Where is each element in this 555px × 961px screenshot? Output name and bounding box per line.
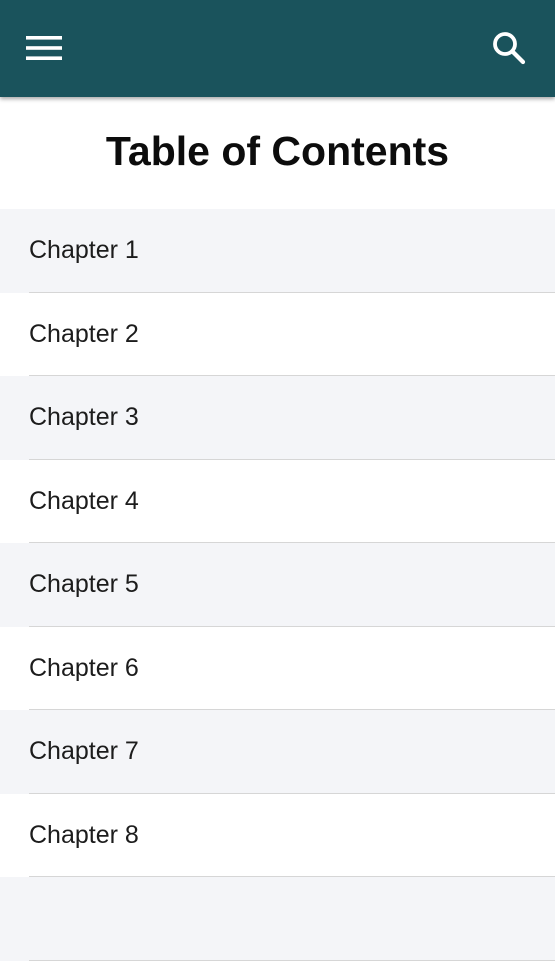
chapter-item-1[interactable]: Chapter 1 [0,209,555,293]
chapter-item-6[interactable]: Chapter 6 [0,626,555,710]
search-button[interactable] [484,22,534,74]
chapter-item-4[interactable]: Chapter 4 [0,459,555,543]
hamburger-menu-icon [26,36,62,60]
chapter-label: Chapter 2 [29,319,139,348]
chapter-label: Chapter 4 [29,486,139,515]
chapter-label: Chapter 3 [29,403,139,432]
chapter-item-5[interactable]: Chapter 5 [0,543,555,627]
app-bar [0,0,555,97]
chapter-list: Chapter 1 Chapter 2 Chapter 3 Chapter 4 … [0,209,555,961]
page-title: Table of Contents [105,128,450,174]
chapter-label: Chapter 6 [29,653,139,682]
search-icon [493,32,526,65]
chapter-item-9[interactable] [0,877,555,961]
chapter-item-3[interactable]: Chapter 3 [0,376,555,460]
chapter-label: Chapter 5 [29,570,139,599]
chapter-label: Chapter 8 [29,820,139,849]
chapter-item-2[interactable]: Chapter 2 [0,292,555,376]
chapter-item-8[interactable]: Chapter 8 [0,793,555,877]
chapter-label: Chapter 1 [29,236,139,265]
chapter-item-7[interactable]: Chapter 7 [0,710,555,794]
menu-button[interactable] [19,22,69,74]
chapter-label: Chapter 7 [29,737,139,766]
